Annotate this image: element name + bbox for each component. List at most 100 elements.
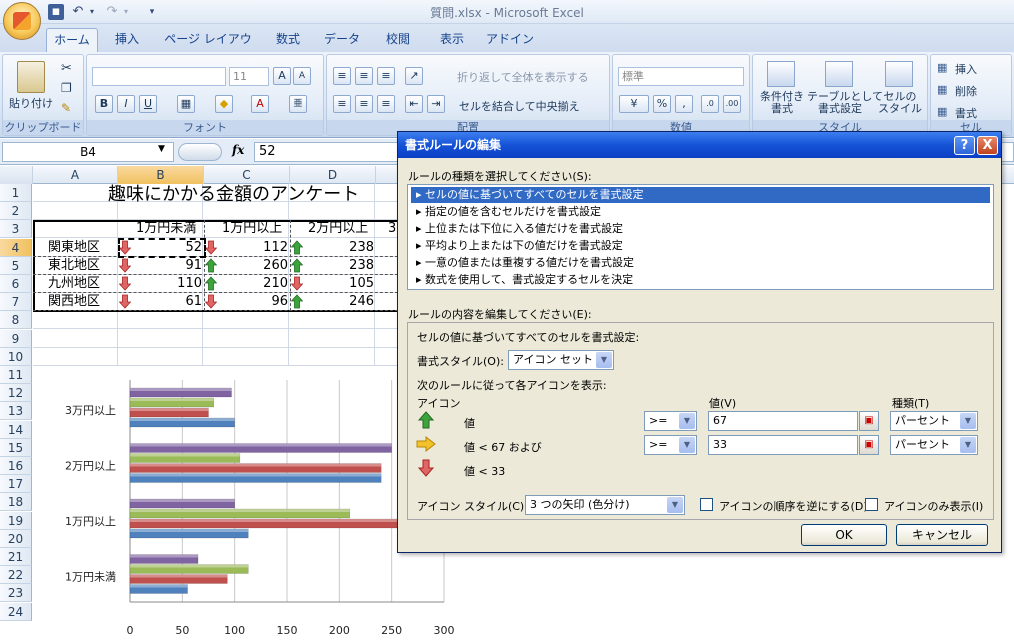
row-header-16[interactable]: 16	[0, 457, 32, 475]
select-all-corner[interactable]	[0, 166, 33, 184]
format-painter-icon[interactable]: ✎	[61, 101, 71, 115]
delete-cells-icon[interactable]: ▦	[937, 83, 947, 96]
fill-color-icon[interactable]: ◆	[215, 95, 233, 113]
rule-type-item[interactable]: ▸ 上位または下位に入る値だけを書式設定	[411, 221, 990, 237]
borders-icon[interactable]: ▦	[177, 95, 195, 113]
align-bottom-icon[interactable]: ≡	[377, 67, 395, 85]
grow-font-icon[interactable]: A	[273, 67, 291, 85]
row-header-19[interactable]: 19	[0, 512, 32, 530]
row-header-3[interactable]: 3	[0, 220, 32, 238]
cell-value[interactable]: 110	[118, 275, 204, 293]
row-header-17[interactable]: 17	[0, 475, 32, 493]
rule-type-item[interactable]: ▸ 数式を使用して、書式設定するセルを決定	[411, 272, 990, 288]
delete-cells-button[interactable]: 削除	[955, 83, 977, 99]
row-header-13[interactable]: 13	[0, 402, 32, 420]
currency-icon[interactable]: ¥	[619, 95, 649, 113]
close-button[interactable]: X	[977, 136, 998, 155]
conditional-format-icon[interactable]	[767, 61, 795, 87]
number-format-combo[interactable]: 標準	[618, 67, 744, 86]
row-header-12[interactable]: 12	[0, 384, 32, 402]
office-button[interactable]	[3, 2, 41, 40]
format-as-table-button[interactable]: テーブルとして 書式設定	[807, 91, 883, 115]
column-header-e[interactable]	[376, 166, 398, 184]
rule-row2-type[interactable]: パーセント ▼	[890, 435, 978, 455]
bold-icon[interactable]: B	[95, 95, 113, 113]
row-header-9[interactable]: 9	[0, 330, 32, 348]
format-cells-icon[interactable]: ▦	[937, 105, 947, 118]
show-icon-only-checkbox[interactable]	[865, 498, 878, 511]
row-header-23[interactable]: 23	[0, 584, 32, 602]
insert-cells-button[interactable]: 挿入	[955, 61, 977, 77]
column-header-d[interactable]: D	[290, 166, 376, 184]
comma-icon[interactable]: ,	[675, 95, 693, 113]
align-right-icon[interactable]: ≡	[377, 95, 395, 113]
cut-icon[interactable]: ✂	[61, 61, 72, 76]
format-as-table-icon[interactable]	[825, 61, 853, 87]
column-header-b[interactable]: B	[118, 166, 204, 184]
cell-value[interactable]: 96	[204, 293, 290, 311]
customize-qat-icon[interactable]: ▾	[144, 4, 160, 20]
wrap-text-button[interactable]: 折り返して全体を表示する	[457, 69, 589, 85]
row-header-20[interactable]: 20	[0, 530, 32, 548]
cell-value[interactable]: 246	[290, 293, 376, 311]
fx-icon[interactable]: fx	[232, 143, 244, 157]
underline-icon[interactable]: U	[139, 95, 157, 113]
rule-type-item[interactable]: ▸ 一意の値または重複する値だけを書式設定	[411, 255, 990, 271]
row-header-2[interactable]: 2	[0, 202, 32, 220]
decrease-decimal-icon[interactable]: .00	[723, 95, 741, 113]
percent-icon[interactable]: %	[653, 95, 671, 113]
row-header-22[interactable]: 22	[0, 566, 32, 584]
cell-value[interactable]: 91	[118, 257, 204, 275]
cancel-button[interactable]: キャンセル	[896, 524, 988, 546]
row-header-24[interactable]: 24	[0, 603, 32, 621]
row-header-15[interactable]: 15	[0, 439, 32, 457]
save-icon[interactable]: ▪	[48, 4, 64, 20]
cell-styles-icon[interactable]	[885, 61, 913, 87]
row-header-18[interactable]: 18	[0, 493, 32, 511]
phonetic-icon[interactable]: 亜	[289, 95, 307, 113]
copy-icon[interactable]: ❐	[61, 81, 72, 95]
orientation-icon[interactable]: ↗	[405, 67, 423, 85]
tab-insert[interactable]: 挿入	[108, 28, 146, 52]
cell-value[interactable]: 112	[204, 239, 290, 257]
selected-cell[interactable]	[118, 238, 206, 258]
tab-page-layout[interactable]: ページ レイアウト	[160, 28, 256, 68]
column-header-a[interactable]: A	[33, 166, 118, 184]
increase-decimal-icon[interactable]: .0	[701, 95, 719, 113]
icon-style-select[interactable]: 3 つの矢印 (色分け) ▼	[525, 495, 685, 515]
range-picker-icon[interactable]: ▣	[859, 411, 879, 431]
rule-row1-value[interactable]: 67	[708, 411, 858, 431]
row-header-6[interactable]: 6	[0, 275, 32, 293]
insert-cells-icon[interactable]: ▦	[937, 61, 947, 74]
rule-type-item[interactable]: ▸ 指定の値を含むセルだけを書式設定	[411, 204, 990, 220]
ok-button[interactable]: OK	[801, 524, 887, 546]
row-header-1[interactable]: 1	[0, 184, 32, 202]
row-header-7[interactable]: 7	[0, 293, 32, 311]
align-top-icon[interactable]: ≡	[333, 67, 351, 85]
cell-value[interactable]: 260	[204, 257, 290, 275]
italic-icon[interactable]: I	[117, 95, 135, 113]
font-color-icon[interactable]: A	[251, 95, 269, 113]
tab-formulas[interactable]: 数式	[266, 28, 310, 52]
conditional-format-button[interactable]: 条件付き 書式	[757, 91, 807, 115]
row-header-11[interactable]: 11	[0, 366, 32, 384]
row-header-10[interactable]: 10	[0, 348, 32, 366]
align-middle-icon[interactable]: ≡	[355, 67, 373, 85]
reverse-icon-order-checkbox[interactable]	[700, 498, 713, 511]
font-size-combo[interactable]: 11	[229, 67, 269, 86]
align-left-icon[interactable]: ≡	[333, 95, 351, 113]
format-cells-button[interactable]: 書式	[955, 105, 977, 121]
undo-dropdown-icon[interactable]: ▾	[84, 4, 100, 20]
rule-type-item[interactable]: ▸ 平均より上または下の値だけを書式設定	[411, 238, 990, 254]
formula-bar-handle[interactable]	[178, 143, 222, 161]
merge-center-button[interactable]: セルを結合して中央揃え	[459, 98, 580, 114]
increase-indent-icon[interactable]: ⇥	[427, 95, 445, 113]
tab-view[interactable]: 表示	[430, 28, 474, 52]
format-style-select[interactable]: アイコン セット ▼	[508, 350, 614, 370]
font-name-combo[interactable]	[92, 67, 226, 86]
cell-value[interactable]: 210	[204, 275, 290, 293]
name-box[interactable]: B4	[2, 142, 174, 162]
name-box-dropdown-icon[interactable]: ▼	[158, 144, 165, 154]
paste-icon[interactable]	[17, 61, 45, 93]
shrink-font-icon[interactable]: A	[293, 67, 311, 85]
